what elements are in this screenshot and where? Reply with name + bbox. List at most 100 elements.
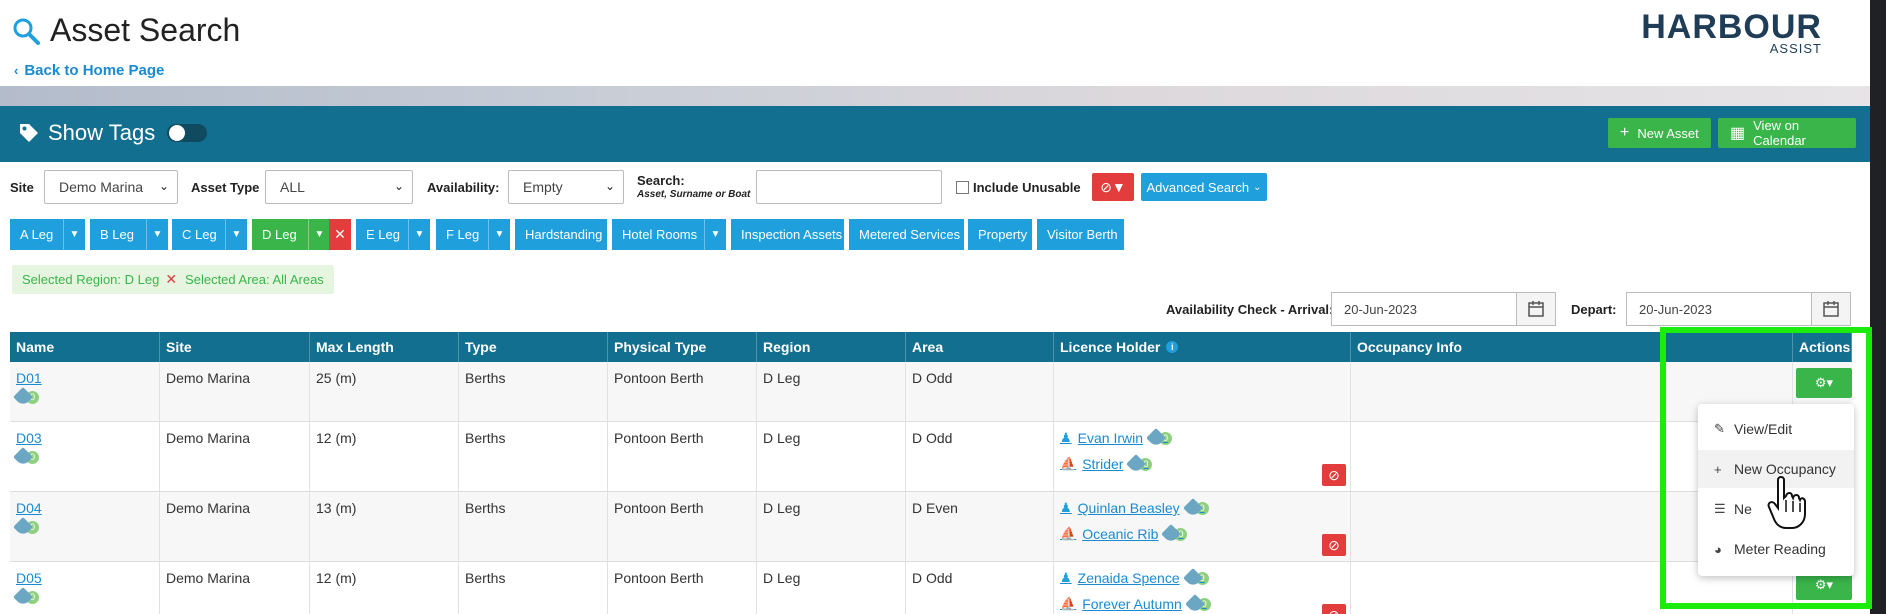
include-unusable[interactable]: Include Unusable	[956, 180, 1081, 195]
boat-link[interactable]: ⛵ Forever Autumn 0	[1060, 594, 1344, 614]
arrival-calendar-button[interactable]	[1516, 292, 1556, 326]
tag-count[interactable]: 0	[13, 587, 39, 607]
boat-link[interactable]: ⛵ Oceanic Rib 0	[1060, 524, 1344, 544]
ban-button[interactable]: ⊘	[1322, 464, 1346, 486]
holder-link[interactable]: ♟ Evan Irwin 0	[1060, 428, 1344, 448]
depart-date-input[interactable]: 20-Jun-2023	[1626, 292, 1812, 326]
name-cell: D03 0	[10, 422, 160, 491]
area-cell: D Odd	[906, 362, 1054, 421]
tag-count[interactable]: 0	[1184, 594, 1211, 614]
column-header-licence-holder[interactable]: Licence Holder i	[1054, 332, 1351, 362]
region-cell: D Leg	[757, 422, 906, 491]
remove-region-button[interactable]: ✕	[329, 219, 351, 250]
area-cell: D Odd	[906, 562, 1054, 614]
region-f-leg[interactable]: F Leg ▼	[436, 219, 510, 250]
region-label: C Leg	[182, 227, 217, 242]
depart-date-value: 20-Jun-2023	[1639, 301, 1712, 317]
name-cell: D05 0	[10, 562, 160, 614]
tag-count[interactable]: 0	[1126, 454, 1153, 474]
search-icon	[13, 18, 40, 45]
tag-icon	[13, 387, 33, 407]
caret-down-icon[interactable]: ▼	[408, 219, 430, 250]
back-to-home-link[interactable]: ‹ Back to Home Page	[14, 62, 164, 79]
chevron-down-icon: ⌄	[158, 179, 169, 193]
type-cell: Berths	[459, 362, 608, 421]
clear-filter-button[interactable]: ⊘▼	[1092, 173, 1134, 201]
region-visitor-berth[interactable]: Visitor Berth	[1037, 219, 1124, 250]
tag-count[interactable]: 0	[1161, 524, 1188, 544]
advanced-search-button[interactable]: Advanced Search ⌄	[1141, 173, 1267, 201]
region-hotel-rooms[interactable]: Hotel Rooms ▼	[612, 219, 726, 250]
tag-count[interactable]: 0	[13, 517, 39, 537]
tag-bar: Show Tags + New Asset ▦ View on Calendar	[0, 106, 1870, 162]
tag-count[interactable]: 0	[1182, 498, 1209, 518]
asset-link[interactable]: D03	[16, 430, 42, 446]
caret-down-icon[interactable]: ▼	[488, 219, 510, 250]
column-header[interactable]: Region	[757, 332, 906, 362]
asset-link[interactable]: D05	[16, 570, 42, 586]
column-header[interactable]: Type	[459, 332, 608, 362]
tag-icon	[1146, 428, 1166, 448]
region-label: Metered Services	[859, 227, 961, 242]
caret-down-icon[interactable]: ▼	[308, 219, 330, 250]
table-row: D01 0 Demo Marina 25 (m) Berths Pontoon …	[10, 362, 1852, 422]
depart-calendar-button[interactable]	[1811, 292, 1851, 326]
boat-link[interactable]: ⛵ Strider 0	[1060, 454, 1344, 474]
search-input[interactable]	[756, 170, 942, 204]
region-cell: D Leg	[757, 362, 906, 421]
tag-icon	[1161, 524, 1182, 544]
caret-down-icon[interactable]: ▼	[225, 219, 247, 250]
ban-icon: ⊘	[1328, 607, 1340, 614]
region-property[interactable]: Property	[968, 219, 1032, 250]
asset-link[interactable]: D01	[16, 370, 42, 386]
boat-icon: ⛵	[1060, 596, 1077, 611]
tag-count[interactable]: 0	[1182, 568, 1209, 588]
show-tags-toggle[interactable]	[167, 124, 208, 142]
holder-link[interactable]: ♟ Zenaida Spence 0	[1060, 568, 1344, 588]
boat-icon: ⛵	[1060, 526, 1077, 541]
availability-select[interactable]: Empty ⌄	[508, 170, 624, 204]
remove-region-icon[interactable]: ✕	[165, 271, 177, 288]
view-calendar-button[interactable]: ▦ View on Calendar	[1718, 118, 1856, 148]
column-header[interactable]: Physical Type	[608, 332, 757, 362]
boat-name: Oceanic Rib	[1082, 526, 1159, 542]
banner-strip	[0, 86, 1870, 106]
chevron-down-icon: ⌄	[393, 179, 404, 193]
region-inspection-assets[interactable]: Inspection Assets	[731, 219, 844, 250]
availability-label: Availability:	[427, 180, 500, 195]
column-header[interactable]: Name	[10, 332, 160, 362]
ban-button[interactable]: ⊘	[1322, 604, 1346, 614]
holder-link[interactable]: ♟ Quinlan Beasley 0	[1060, 498, 1344, 518]
asset-link[interactable]: D04	[16, 500, 42, 516]
region-e-leg[interactable]: E Leg ▼	[356, 219, 430, 250]
clear-filter-icon: ⊘▼	[1100, 178, 1126, 195]
caret-down-icon[interactable]: ▼	[63, 219, 85, 250]
arrival-date-input[interactable]: 20-Jun-2023	[1331, 292, 1517, 326]
region-b-leg[interactable]: B Leg ▼	[90, 219, 168, 250]
region-hardstanding[interactable]: Hardstanding	[515, 219, 607, 250]
region-d-leg[interactable]: D Leg ▼	[252, 219, 330, 250]
region-a-leg[interactable]: A Leg ▼	[10, 219, 85, 250]
selected-area: Selected Area: All Areas	[185, 272, 324, 287]
region-c-leg[interactable]: C Leg ▼	[172, 219, 247, 250]
info-icon[interactable]: i	[1166, 341, 1179, 353]
column-header[interactable]: Area	[906, 332, 1054, 362]
harbour-assist-logo: HARBOUR ASSIST	[1641, 8, 1822, 56]
column-header[interactable]: Max Length	[310, 332, 459, 362]
column-header[interactable]: Site	[160, 332, 310, 362]
physical-type-cell: Pontoon Berth	[608, 492, 757, 561]
tag-count[interactable]: 0	[13, 447, 39, 467]
tag-count[interactable]: 0	[1146, 428, 1173, 448]
caret-down-icon[interactable]: ▼	[704, 219, 726, 250]
holder-name: Evan Irwin	[1077, 430, 1144, 446]
tag-count[interactable]: 0	[13, 387, 39, 407]
region-metered-services[interactable]: Metered Services	[849, 219, 964, 250]
new-asset-button[interactable]: + New Asset	[1608, 118, 1711, 148]
table-header: Name Site Max Length Type Physical Type …	[10, 332, 1852, 362]
caret-down-icon[interactable]: ▼	[146, 219, 168, 250]
site-select[interactable]: Demo Marina ⌄	[44, 170, 178, 204]
boat-name: Forever Autumn	[1082, 596, 1182, 612]
asset-type-select[interactable]: ALL ⌄	[265, 170, 413, 204]
ban-button[interactable]: ⊘	[1322, 534, 1346, 556]
include-unusable-checkbox[interactable]	[956, 181, 969, 194]
